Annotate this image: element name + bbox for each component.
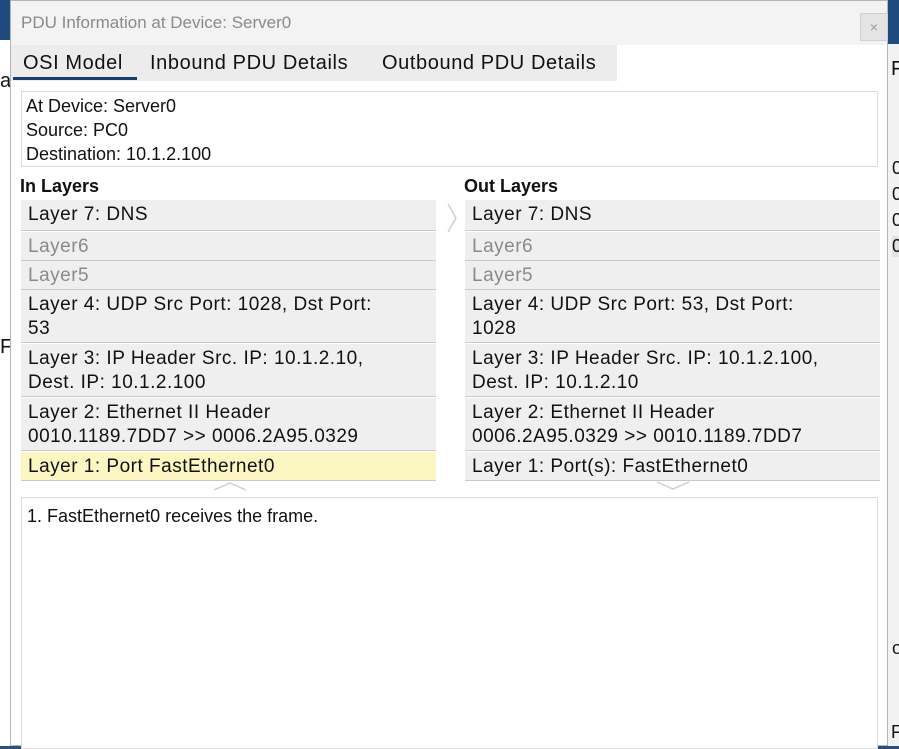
background-app-left-topbar — [0, 0, 10, 40]
background-app-left — [0, 0, 10, 746]
background-app-right-topbar — [888, 0, 899, 44]
background-fragment: 0 — [892, 210, 899, 230]
chevron-down-icon[interactable] — [656, 481, 690, 491]
source-label: Source: PC0 — [26, 120, 129, 140]
in-layer-row: Layer6 — [21, 232, 436, 261]
out-layer-text: Layer 4: UDP Src Port: 53, Dst Port: — [472, 294, 794, 315]
out-layer-row[interactable]: Layer 2: Ethernet II Header 0006.2A95.032… — [465, 398, 880, 451]
out-layer-text: Layer 3: IP Header Src. IP: 10.1.2.100, — [472, 348, 819, 369]
out-layer-row[interactable]: Layer 3: IP Header Src. IP: 10.1.2.100, D… — [465, 344, 880, 397]
in-layer-text: Layer6 — [28, 236, 90, 257]
tab-outbound-pdu-details[interactable]: Outbound PDU Details — [382, 52, 596, 75]
background-fragment: F — [891, 722, 899, 742]
in-layer-text: Layer 2: Ethernet II Header — [28, 402, 271, 423]
out-layers-heading: Out Layers — [464, 176, 559, 196]
title-bar[interactable]: PDU Information at Device: Server0 × — [11, 1, 888, 45]
background-fragment: o — [892, 638, 899, 658]
in-layer-text: 53 — [28, 318, 51, 339]
out-layer-text: Layer6 — [472, 236, 534, 257]
out-layer-text: Layer 2: Ethernet II Header — [472, 402, 715, 423]
in-layer-text: 0010.1189.7DD7 >> 0006.2A95.0329 — [28, 426, 359, 447]
chevron-up-icon[interactable] — [213, 481, 247, 491]
background-fragment: F — [891, 58, 899, 80]
in-layer-text: Layer 4: UDP Src Port: 1028, Dst Port: — [28, 294, 372, 315]
in-layer-row[interactable]: Layer 4: UDP Src Port: 1028, Dst Port: 53 — [21, 290, 436, 343]
in-layer-row: Layer5 — [21, 261, 436, 290]
background-fragment: 0 — [892, 158, 899, 178]
window-title: PDU Information at Device: Server0 — [21, 13, 292, 32]
out-layer-text: Dest. IP: 10.1.2.10 — [472, 372, 639, 393]
pdu-info-dialog: PDU Information at Device: Server0 × OSI… — [10, 0, 888, 749]
in-layer-row[interactable]: Layer 1: Port FastEthernet0 — [21, 452, 436, 481]
active-tab-indicator — [13, 77, 137, 80]
background-app-right — [888, 0, 899, 746]
out-layer-row[interactable]: Layer 1: Port(s): FastEthernet0 — [465, 452, 880, 481]
out-layer-row[interactable]: Layer 7: DNS — [465, 200, 880, 231]
destination-label: Destination: 10.1.2.100 — [26, 144, 212, 164]
out-layer-text: Layer 7: DNS — [472, 204, 593, 225]
in-layer-text: Layer 3: IP Header Src. IP: 10.1.2.10, — [28, 348, 364, 369]
out-layer-row[interactable]: Layer 4: UDP Src Port: 53, Dst Port: 1028 — [465, 290, 880, 343]
at-device-label: At Device: Server0 — [26, 96, 177, 116]
tab-inbound-pdu-details[interactable]: Inbound PDU Details — [150, 52, 348, 75]
in-layer-text: Dest. IP: 10.1.2.100 — [28, 372, 206, 393]
out-layer-row: Layer5 — [465, 261, 880, 290]
description-text: 1. FastEthernet0 receives the frame. — [27, 506, 319, 526]
tab-osi-model[interactable]: OSI Model — [23, 52, 123, 75]
close-button[interactable]: × — [860, 13, 888, 41]
out-layer-text: 0006.2A95.0329 >> 0010.1189.7DD7 — [472, 426, 803, 447]
background-fragment: 0 — [892, 236, 899, 257]
out-layer-text: Layer5 — [472, 265, 534, 286]
in-layer-row[interactable]: Layer 2: Ethernet II Header 0010.1189.7DD… — [21, 398, 436, 451]
out-layer-text: 1028 — [472, 318, 517, 339]
out-layer-row: Layer6 — [465, 232, 880, 261]
in-layer-text: Layer 7: DNS — [28, 204, 149, 225]
in-layer-row[interactable]: Layer 3: IP Header Src. IP: 10.1.2.10, De… — [21, 344, 436, 397]
chevron-right-icon — [447, 203, 457, 233]
in-layer-row[interactable]: Layer 7: DNS — [21, 200, 436, 231]
in-layer-text: Layer 1: Port FastEthernet0 — [28, 456, 275, 477]
device-info-box: At Device: Server0 Source: PC0 Destinati… — [21, 91, 878, 167]
background-fragment: 0 — [892, 184, 899, 204]
tab-bar: OSI Model Inbound PDU Details Outbound P… — [11, 45, 617, 81]
in-layer-text: Layer5 — [28, 265, 90, 286]
out-layer-text: Layer 1: Port(s): FastEthernet0 — [472, 456, 749, 477]
in-layers-heading: In Layers — [20, 176, 100, 196]
description-box: 1. FastEthernet0 receives the frame. — [21, 497, 878, 749]
